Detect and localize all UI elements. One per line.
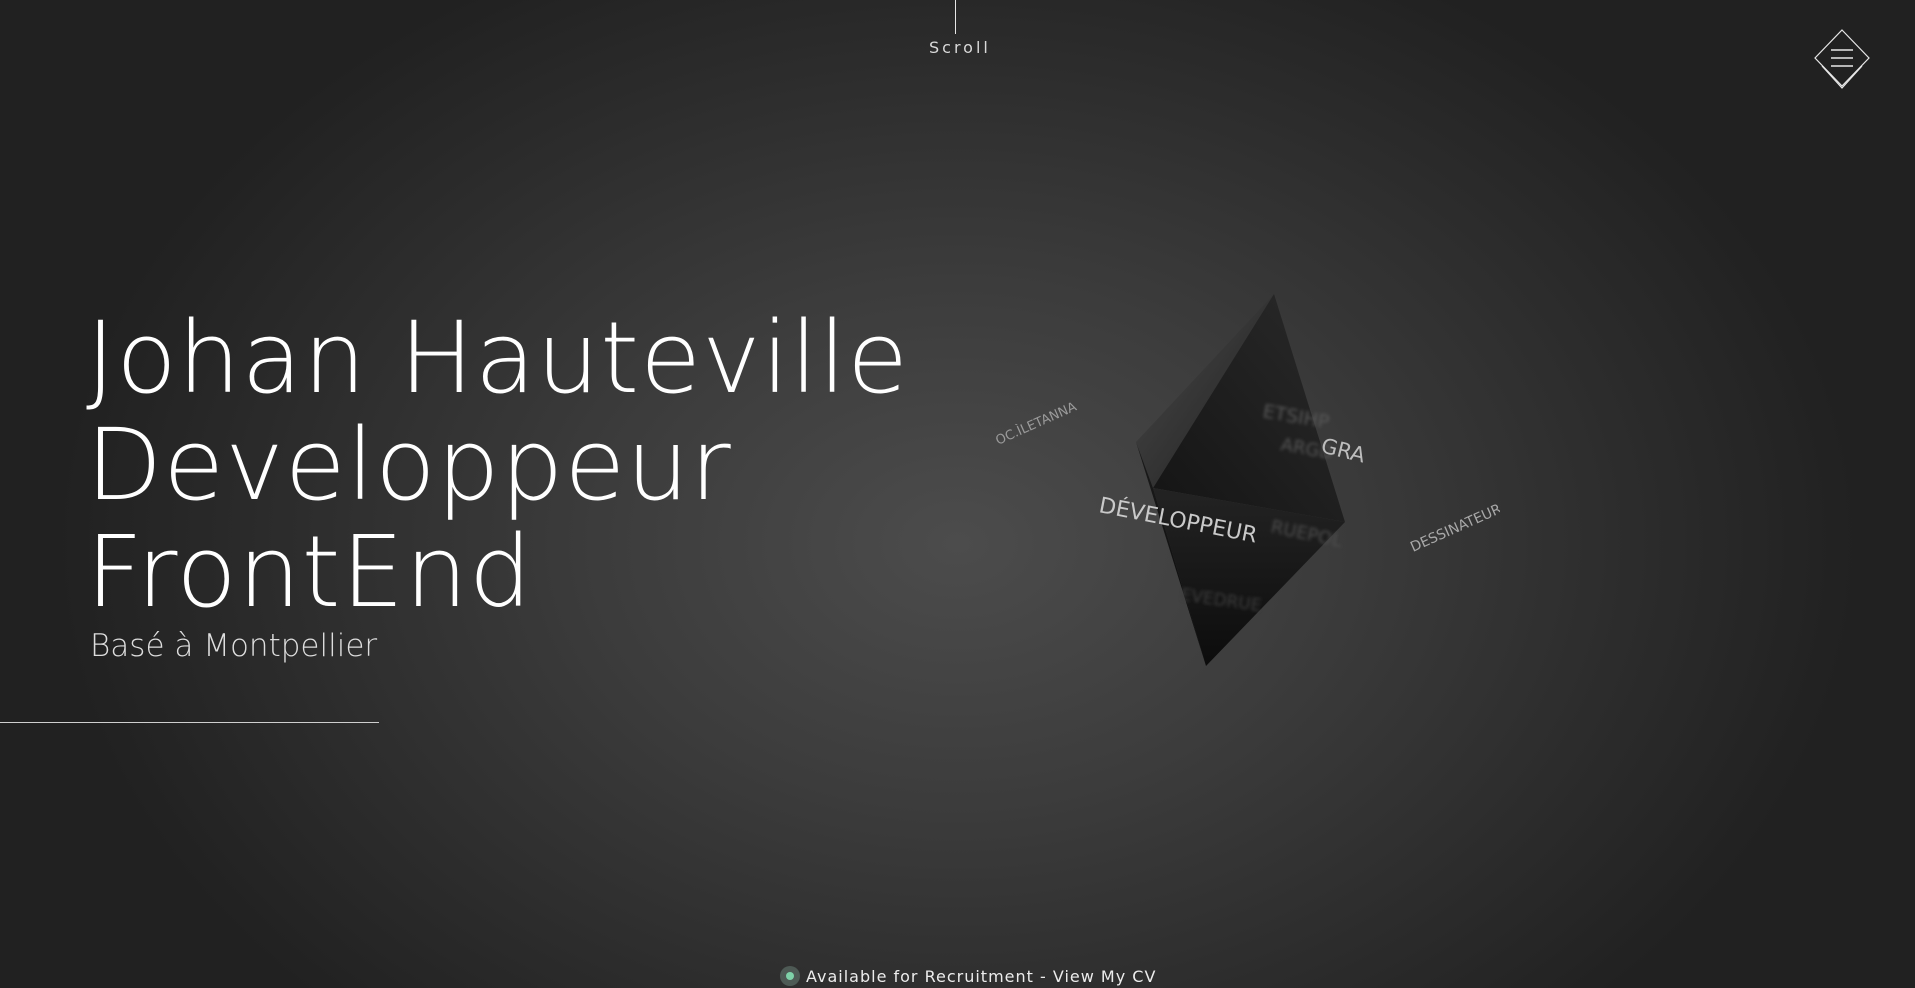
scroll-indicator[interactable]: Scroll	[929, 0, 991, 60]
hero-title: Johan Hauteville Developpeur FrontEnd	[86, 301, 909, 630]
hero-divider	[0, 722, 379, 723]
hero-name: Johan Hauteville	[86, 301, 909, 416]
scroll-label: Scroll	[929, 38, 991, 57]
recruitment-status-text: Available for Recruitment - View My CV	[806, 966, 1157, 986]
hero-role: Developpeur	[86, 408, 732, 523]
recruitment-status-link[interactable]: Available for Recruitment - View My CV	[780, 964, 1156, 988]
rotating-octahedron: ETSIHP ARGD RUEPOL EVEDRUE DÉVELOPPEUR G…	[980, 280, 1500, 680]
hero-location: Basé à Montpellier	[90, 628, 378, 664]
menu-button[interactable]	[1812, 28, 1872, 92]
hero-role-detail: FrontEnd	[86, 515, 533, 630]
hamburger-diamond-icon	[1814, 29, 1870, 89]
word-dessinateur: DESSINATEUR	[1408, 501, 1500, 556]
scroll-line	[955, 0, 956, 34]
status-indicator-icon	[780, 966, 800, 986]
word-left: OC.ÌLETANNA	[993, 399, 1079, 449]
